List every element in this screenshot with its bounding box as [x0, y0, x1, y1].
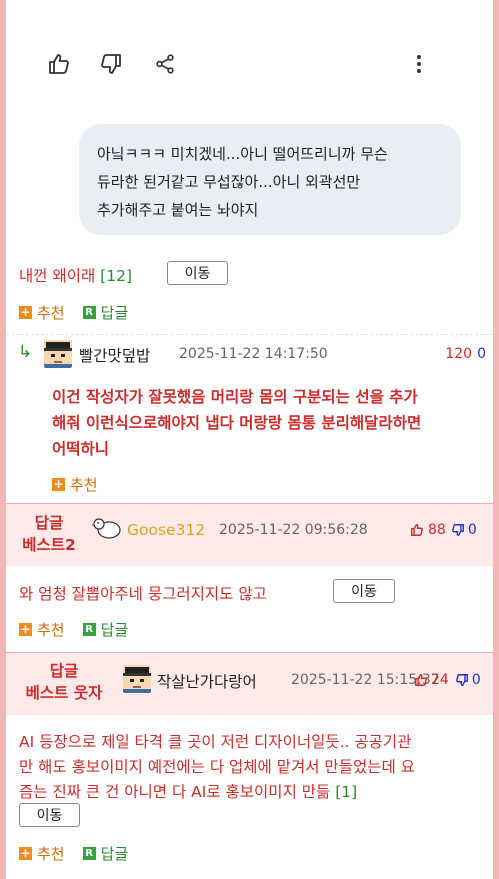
down-count: 0	[467, 522, 477, 538]
reply-button[interactable]: R 답글	[82, 302, 129, 323]
recommend-label: 추천	[70, 475, 98, 494]
reply-count: [1]	[335, 783, 358, 801]
reply-count: [12]	[100, 267, 132, 285]
reply-arrow-icon: ↳	[18, 342, 33, 362]
comment-actions: + 추천 R 답글	[19, 302, 146, 322]
thumbs-up-icon[interactable]	[414, 673, 428, 687]
nickname[interactable]: 빨간맛덮밥	[79, 344, 150, 366]
reply-line: 어떡하니	[52, 440, 110, 458]
comment-actions: + 추천 R 답글	[19, 619, 146, 639]
reply-header: ↳ 빨간맛덮밥 2025-11-22 14:17:50 120 0	[18, 340, 488, 368]
thumbs-up-icon[interactable]	[42, 48, 76, 80]
timestamp: 2025-11-22 14:17:50	[179, 346, 328, 362]
share-icon[interactable]	[148, 48, 182, 80]
comment-actions: + 추천 R 답글	[19, 843, 146, 863]
reply-line: 이건 작성자가 잘못했음 머리랑 몸의 구분되는 선을 추가	[52, 388, 418, 406]
reply-label: 답글	[100, 844, 129, 863]
vote-score: 24 0	[414, 672, 481, 688]
more-vert-icon[interactable]	[402, 48, 436, 80]
move-button[interactable]: 이동	[19, 803, 80, 827]
reply-button[interactable]: R 답글	[82, 843, 129, 864]
up-count: 24	[431, 672, 449, 688]
best-label-line1: 답글	[49, 662, 79, 680]
bubble-line: 아닠ㅋㅋㅋ 미치겠네...아니 떨어뜨리니까 무슨	[97, 145, 388, 163]
comment-body: AI 등장으로 제일 타격 클 곳이 저런 디자이너일듯.. 공공기관 만 해도…	[19, 730, 489, 805]
best-label-line2: 베스트2	[22, 536, 76, 554]
reply-body: 이건 작성자가 잘못했음 머리랑 몸의 구분되는 선을 추가 해줘 이런식으로해…	[52, 384, 482, 462]
recommend-label: 추천	[37, 620, 65, 639]
timestamp: 2025-11-22 09:56:28	[219, 522, 368, 538]
message-bubble: 아닠ㅋㅋㅋ 미치겠네...아니 떨어뜨리니까 무슨 듀라한 된거같고 무섭잖아.…	[79, 124, 461, 235]
thumbs-down-icon[interactable]	[455, 673, 469, 687]
recommend-button[interactable]: + 추천	[19, 843, 65, 864]
thumbs-up-icon[interactable]	[410, 523, 424, 537]
comment-line-text: 즘는 진짜 큰 건 아니면 다 AI로 홍보이미지 만듦	[19, 783, 331, 801]
recommend-button[interactable]: + 추천	[19, 619, 65, 640]
score-up: 120	[445, 346, 473, 362]
down-count: 0	[471, 672, 481, 688]
best-label: 답글 베스트 웃자	[10, 660, 118, 704]
move-button[interactable]: 이동	[167, 261, 228, 285]
recommend-label: 추천	[37, 303, 65, 322]
plus-icon: +	[19, 304, 32, 319]
best-label-line2: 베스트 웃자	[25, 684, 103, 702]
plus-icon: +	[19, 845, 32, 860]
plus-icon: +	[52, 476, 65, 491]
recommend-button[interactable]: + 추천	[19, 302, 65, 323]
best-label-line1: 답글	[34, 514, 64, 532]
left-frame	[0, 0, 6, 879]
comment-text: 와 엄청 잘뽑아주네 뭉그러지지도 않고	[19, 585, 267, 603]
reply-r-icon: R	[82, 846, 96, 860]
goose-icon	[92, 518, 121, 539]
nickname[interactable]: 작살난가다랑어	[157, 670, 257, 692]
response-toolbar	[40, 48, 460, 80]
avatar	[44, 340, 72, 368]
avatar	[123, 665, 151, 693]
divider	[6, 334, 493, 335]
score-down: 0	[477, 346, 486, 362]
reply-button[interactable]: R 답글	[82, 619, 129, 640]
right-frame	[493, 0, 499, 879]
nickname[interactable]: Goose312	[127, 521, 205, 539]
reply-label: 답글	[100, 620, 129, 639]
bubble-line: 추가해주고 붙여는 놔야지	[97, 201, 259, 219]
thumbs-down-icon[interactable]	[94, 48, 128, 80]
reply-actions: + 추천	[52, 474, 116, 494]
best-label: 답글 베스트2	[14, 512, 84, 556]
move-button[interactable]: 이동	[333, 579, 395, 603]
reply-label: 답글	[100, 303, 129, 322]
vote-score: 88 0	[410, 522, 477, 538]
plus-icon: +	[19, 621, 32, 636]
comment-text-row: 내껀 왜이래 [12]	[19, 264, 132, 286]
reply-r-icon: R	[82, 622, 96, 636]
bubble-line: 듀라한 된거같고 무섭잖아...아니 외곽선만	[97, 173, 361, 191]
comment-line: 만 해도 홍보이미지 예전에는 다 업체에 맡겨서 만들었는데 요	[19, 758, 415, 776]
thumbs-down-icon[interactable]	[451, 523, 465, 537]
reply-line: 해줘 이런식으로해야지 냅다 머랑랑 몸통 분리해달라하면	[52, 414, 422, 432]
recommend-label: 추천	[37, 844, 65, 863]
recommend-button[interactable]: + 추천	[52, 474, 98, 495]
comment-text: 내껀 왜이래	[19, 267, 96, 285]
up-count: 88	[428, 522, 446, 538]
comment-line-last: 즘는 진짜 큰 건 아니면 다 AI로 홍보이미지 만듦 [1]	[19, 780, 489, 805]
reply-r-icon: R	[82, 305, 96, 319]
comment-line: AI 등장으로 제일 타격 클 곳이 저런 디자이너일듯.. 공공기관	[19, 733, 412, 751]
score: 120 0	[445, 346, 486, 362]
